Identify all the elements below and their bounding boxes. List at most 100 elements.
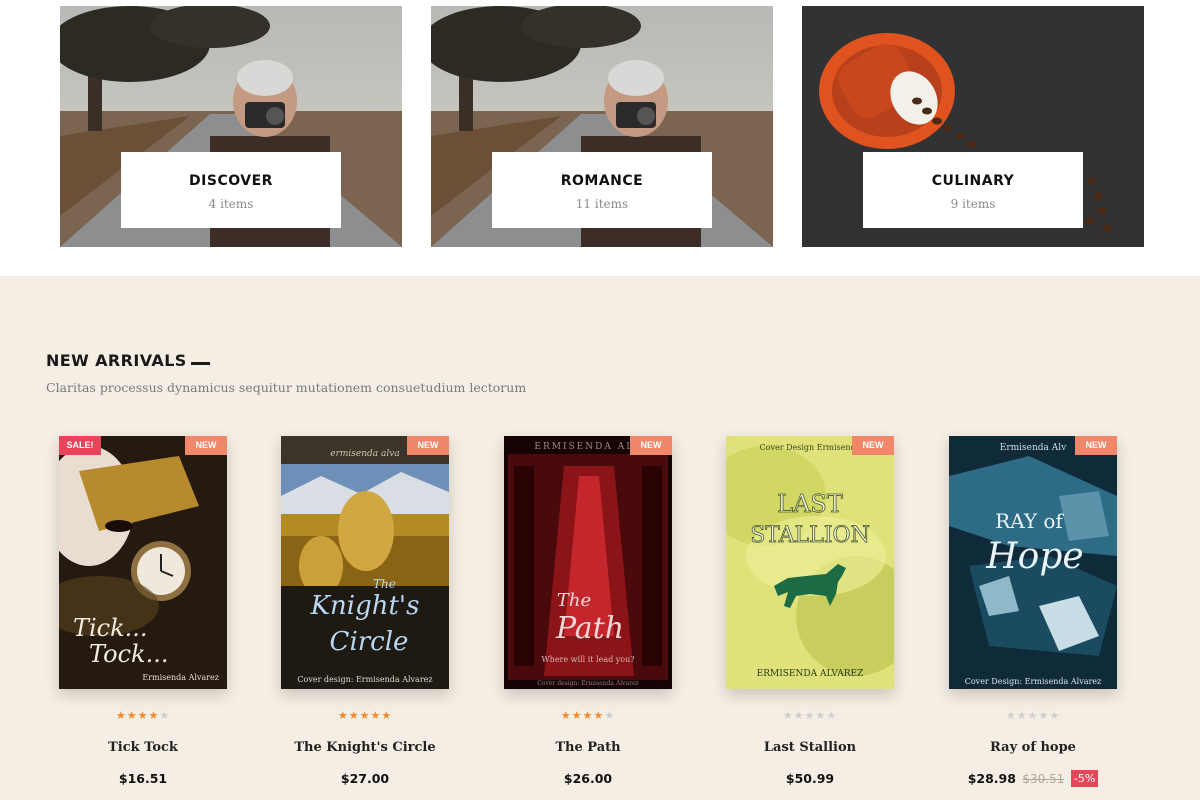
category-tile-culinary[interactable]: CULINARY 9 items — [802, 6, 1144, 247]
price-row: $28.98 $30.51 -5% — [949, 770, 1117, 790]
cover-author: ERMISENDA ALVAREZ — [757, 669, 864, 679]
cover-footer: Cover design: Ermisenda Alvarez — [537, 680, 638, 687]
cover-title-line: Path — [555, 611, 624, 646]
star-icon: ★ — [381, 710, 393, 722]
star-icon: ★ — [793, 710, 805, 722]
cover-title-line: STALLION — [750, 523, 870, 548]
category-item-count: 9 items — [950, 197, 996, 211]
star-icon: ★ — [804, 710, 816, 722]
cover-top-text: ERMISENDA ALV — [534, 442, 641, 452]
category-title[interactable]: CULINARY — [863, 173, 1083, 189]
cover-author: Ermisenda Alvarez — [142, 673, 219, 682]
cover-title-line: Hope — [985, 536, 1083, 577]
cover-top-text: Cover Design Ermisenda — [760, 443, 861, 452]
cover-top-text: Ermisenda Alv — [1000, 443, 1067, 453]
star-icon: ★ — [1016, 710, 1028, 722]
product-price: $16.51 — [118, 771, 168, 786]
product-price: $28.98 — [967, 771, 1016, 786]
product-cover-image[interactable]: ermisenda alva The Knight's Circle Cover… — [281, 436, 449, 689]
new-badge: NEW — [185, 436, 227, 455]
product-card: Cover Design Ermisenda LAST STALLION ERM… — [726, 436, 894, 790]
star-icon: ★ — [348, 710, 360, 722]
star-icon: ★ — [159, 710, 171, 722]
cover-title-line: Knight's — [310, 591, 420, 621]
star-icon: ★ — [115, 710, 127, 722]
star-icon: ★ — [148, 710, 160, 722]
cover-title-line: Circle — [330, 627, 409, 657]
star-icon: ★ — [1038, 710, 1050, 722]
cover-title-line: The — [373, 577, 396, 591]
new-arrivals-section: NEW ARRIVALS Claritas processus dynamicu… — [0, 276, 1200, 800]
rating-stars: ★★★★★ — [949, 710, 1117, 722]
star-icon: ★ — [126, 710, 138, 722]
new-badge: NEW — [407, 436, 449, 455]
category-label-box: ROMANCE 11 items — [492, 152, 712, 228]
rating-stars: ★★★★★ — [59, 710, 227, 722]
star-icon: ★ — [815, 710, 827, 722]
new-badge: NEW — [852, 436, 894, 455]
star-icon: ★ — [370, 710, 382, 722]
category-tile-romance[interactable]: ROMANCE 11 items — [431, 6, 773, 247]
cover-top-text: ermisenda alva — [330, 449, 399, 459]
product-card: Tick... Tock... Ermisenda Alvarez SALE! … — [59, 436, 227, 790]
product-cover-image[interactable]: Cover Design Ermisenda LAST STALLION ERM… — [726, 436, 894, 689]
star-icon: ★ — [604, 710, 616, 722]
cover-title-line: Tick... — [73, 614, 148, 642]
star-icon: ★ — [560, 710, 572, 722]
product-card: Ermisenda Alv RAY of Hope Cover Design: … — [949, 436, 1117, 790]
sale-badge: SALE! — [59, 436, 101, 455]
title-divider — [191, 362, 210, 365]
star-icon: ★ — [1049, 710, 1061, 722]
product-cover-image[interactable]: Ermisenda Alv RAY of Hope Cover Design: … — [949, 436, 1117, 689]
star-icon: ★ — [571, 710, 583, 722]
product-name-link[interactable]: The Knight's Circle — [281, 740, 449, 755]
product-card: ERMISENDA ALV The Path Where will it lea… — [504, 436, 672, 790]
cover-title-line: LAST — [777, 490, 843, 518]
category-label-box: CULINARY 9 items — [863, 152, 1083, 228]
product-price: $26.00 — [563, 771, 613, 786]
rating-stars: ★★★★★ — [504, 710, 672, 722]
star-icon: ★ — [1005, 710, 1017, 722]
product-name-link[interactable]: The Path — [504, 740, 672, 755]
new-badge: NEW — [630, 436, 672, 455]
product-price: $50.99 — [785, 771, 835, 786]
category-tile-discover[interactable]: DISCOVER 4 items — [60, 6, 402, 247]
category-title[interactable]: DISCOVER — [121, 173, 341, 189]
product-cover-image[interactable]: Tick... Tock... Ermisenda Alvarez SALE! … — [59, 436, 227, 689]
cover-title-line: RAY of — [995, 509, 1064, 533]
star-icon: ★ — [137, 710, 149, 722]
price-row: $27.00 — [281, 770, 449, 790]
category-title[interactable]: ROMANCE — [492, 173, 712, 189]
cover-footer: Cover Design: Ermisenda Alvarez — [965, 677, 1102, 686]
category-item-count: 4 items — [208, 197, 254, 211]
rating-stars: ★★★★★ — [726, 710, 894, 722]
product-cover-image[interactable]: ERMISENDA ALV The Path Where will it lea… — [504, 436, 672, 689]
new-badge: NEW — [1075, 436, 1117, 455]
product-price: $27.00 — [340, 771, 390, 786]
price-row: $26.00 — [504, 770, 672, 790]
category-item-count: 11 items — [575, 197, 629, 211]
product-name-link[interactable]: Tick Tock — [59, 740, 227, 755]
star-icon: ★ — [582, 710, 594, 722]
product-name-link[interactable]: Last Stallion — [726, 740, 894, 755]
product-card: ermisenda alva The Knight's Circle Cover… — [281, 436, 449, 790]
star-icon: ★ — [782, 710, 794, 722]
product-name-link[interactable]: Ray of hope — [949, 740, 1117, 755]
price-row: $16.51 — [59, 770, 227, 790]
rating-stars: ★★★★★ — [281, 710, 449, 722]
cover-title-line: The — [557, 590, 591, 611]
star-icon: ★ — [337, 710, 349, 722]
discount-badge: -5% — [1070, 770, 1099, 787]
section-subtitle: Claritas processus dynamicus sequitur mu… — [46, 380, 527, 395]
star-icon: ★ — [593, 710, 605, 722]
price-row: $50.99 — [726, 770, 894, 790]
product-old-price: $30.51 — [1022, 772, 1065, 786]
cover-tagline: Where will it lead you? — [541, 655, 634, 664]
cover-footer: Cover design: Ermisenda Alvarez — [297, 675, 432, 684]
star-icon: ★ — [359, 710, 371, 722]
category-tiles: DISCOVER 4 items ROMANCE 11 items CULINA… — [0, 0, 1200, 276]
cover-title-line: Tock... — [89, 640, 168, 668]
section-title: NEW ARRIVALS — [46, 351, 187, 370]
star-icon: ★ — [1027, 710, 1039, 722]
star-icon: ★ — [826, 710, 838, 722]
